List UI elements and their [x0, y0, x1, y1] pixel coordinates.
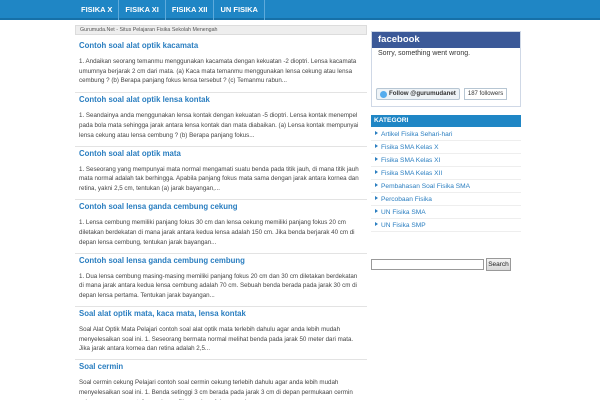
kategori-heading: KATEGORI [371, 115, 521, 127]
kategori-item-label: Percobaan Fisika [381, 196, 432, 203]
twitter-follower-count: 187 followers [463, 88, 508, 100]
search-input[interactable] [371, 259, 484, 270]
breadcrumb: Gurumuda.Net - Situs Pelajaran Fisika Se… [75, 25, 367, 35]
twitter-bird-icon [380, 90, 387, 98]
facebook-scroll-text: Sorry, something went wrong. [378, 50, 471, 57]
post-title-link[interactable]: Contoh soal alat optik mata [79, 147, 363, 160]
post-title-link[interactable]: Soal alat optik mata, kaca mata, lensa k… [79, 307, 363, 320]
kategori-item[interactable]: Percobaan Fisika [371, 193, 521, 206]
nav-item-fisika-xi[interactable]: FISIKA XI [119, 0, 166, 20]
post-title-link[interactable]: Contoh soal lensa ganda cembung cekung [79, 200, 363, 213]
kategori-item-label: Artikel Fisika Sehari-hari [381, 131, 453, 138]
bullet-arrow-icon [375, 157, 378, 161]
post-excerpt: 1. Lensa cembung memiliki panjang fokus … [79, 219, 355, 246]
kategori-item-label: UN Fisika SMP [381, 222, 426, 229]
post-excerpt: 1. Andaikan seorang temanmu menggunakan … [79, 58, 357, 85]
nav-menu: FISIKA X FISIKA XI FISIKA XII UN FISIKA [75, 0, 265, 20]
post-item: Soal alat optik mata, kaca mata, lensa k… [75, 305, 367, 359]
facebook-widget-body: Sorry, something went wrong. [372, 48, 520, 80]
bullet-arrow-icon [375, 144, 378, 148]
facebook-message: Sorry, something went wrong. [372, 48, 520, 60]
kategori-item[interactable]: UN Fisika SMP [371, 219, 521, 232]
bullet-arrow-icon [375, 183, 378, 187]
facebook-widget: facebook Sorry, something went wrong. Fo… [371, 31, 521, 107]
twitter-follow: Follow @gurumudanet 187 followers [376, 88, 508, 100]
kategori-item[interactable]: UN Fisika SMA [371, 206, 521, 219]
sidebar: facebook Sorry, something went wrong. Fo… [371, 20, 521, 400]
post-title-link[interactable]: Contoh soal alat optik kacamata [79, 39, 363, 52]
post-item: Contoh soal alat optik mata 1. Seseorang… [75, 145, 367, 199]
post-excerpt: 1. Dua lensa cembung masing-masing memil… [79, 272, 358, 299]
facebook-logo[interactable]: facebook [372, 32, 520, 48]
kategori-item-label: Fisika SMA Kelas XII [381, 170, 443, 177]
bullet-arrow-icon [375, 131, 378, 135]
kategori-item[interactable]: Fisika SMA Kelas XI [371, 154, 521, 167]
post-excerpt: Soal cermin cekung Pelajari contoh soal … [79, 379, 353, 400]
post-excerpt: 1. Seandainya anda menggunakan lensa kon… [79, 112, 359, 139]
post-item: Contoh soal lensa ganda cembung cekung 1… [75, 199, 367, 252]
twitter-follow-button[interactable]: Follow @gurumudanet [376, 88, 460, 100]
bullet-arrow-icon [375, 170, 378, 174]
twitter-follow-label: Follow @gurumudanet [389, 90, 456, 97]
kategori-item[interactable]: Artikel Fisika Sehari-hari [371, 128, 521, 141]
kategori-item-label: Pembahasan Soal Fisika SMA [381, 183, 471, 190]
search-form: Search [371, 258, 521, 271]
kategori-item[interactable]: Fisika SMA Kelas X [371, 141, 521, 154]
bullet-arrow-icon [375, 209, 378, 213]
kategori-item[interactable]: Fisika SMA Kelas XII [371, 167, 521, 180]
post-title-link[interactable]: Soal cermin [79, 360, 363, 373]
nav-item-fisika-xii[interactable]: FISIKA XII [166, 0, 215, 20]
post-item: Soal cermin Soal cermin cekung Pelajari … [75, 359, 367, 400]
nav-item-fisika-x[interactable]: FISIKA X [75, 0, 120, 20]
post-title-link[interactable]: Contoh soal alat optik lensa kontak [79, 93, 363, 106]
post-title-link[interactable]: Contoh soal lensa ganda cembung cembung [79, 254, 363, 267]
bullet-arrow-icon [375, 196, 378, 200]
main-content: Gurumuda.Net - Situs Pelajaran Fisika Se… [75, 20, 367, 400]
post-item: Contoh soal alat optik kacamata 1. Andai… [75, 39, 367, 92]
search-button[interactable]: Search [486, 258, 511, 271]
nav-item-un-fisika[interactable]: UN FISIKA [214, 0, 265, 20]
top-navbar: FISIKA X FISIKA XI FISIKA XII UN FISIKA [0, 0, 600, 20]
bullet-arrow-icon [375, 222, 378, 226]
kategori-item-label: Fisika SMA Kelas XI [381, 157, 441, 164]
post-item: Contoh soal alat optik lensa kontak 1. S… [75, 92, 367, 145]
post-item: Contoh soal lensa ganda cembung cembung … [75, 252, 367, 306]
post-list: Contoh soal alat optik kacamata 1. Andai… [75, 39, 367, 400]
post-excerpt: Soal Alat Optik Mata Pelajari contoh soa… [79, 325, 354, 353]
kategori-item-label: UN Fisika SMA [381, 209, 426, 216]
post-excerpt: 1. Seseorang yang mempunyai mata normal … [79, 165, 359, 193]
kategori-list: Artikel Fisika Sehari-hari Fisika SMA Ke… [371, 128, 521, 232]
kategori-item-label: Fisika SMA Kelas X [381, 144, 439, 151]
kategori-item[interactable]: Pembahasan Soal Fisika SMA [371, 180, 521, 193]
